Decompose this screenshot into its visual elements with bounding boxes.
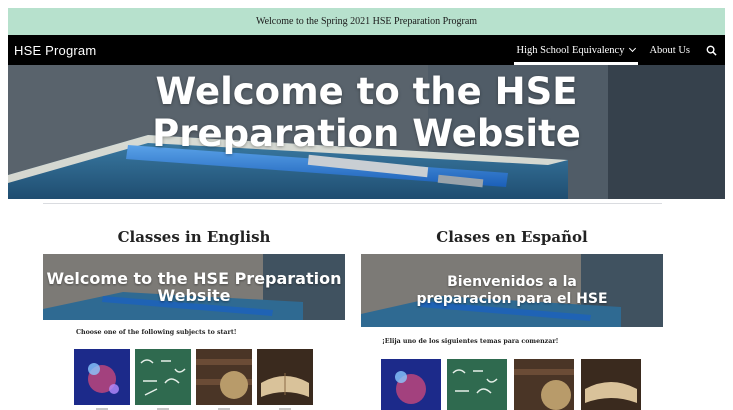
english-column-heading: Classes in English (117, 228, 271, 246)
english-math-tile[interactable] (135, 349, 191, 405)
left-gutter (0, 0, 8, 410)
site-title[interactable]: HSE Program (14, 43, 96, 58)
spanish-banner-title: Bienvenidos a la preparacion para el HSE (416, 274, 608, 307)
spanish-reading-tile[interactable] (581, 359, 641, 410)
spanish-banner: Bienvenidos a la preparacion para el HSE (361, 254, 663, 327)
english-banner-title: Welcome to the HSE Preparation Website (46, 269, 342, 305)
nav-item-label: High School Equivalency (516, 44, 625, 56)
announcement-text: Welcome to the Spring 2021 HSE Preparati… (255, 16, 478, 27)
nav-menu: High School Equivalency About Us (510, 35, 725, 65)
social-studies-image (514, 359, 574, 410)
spanish-math-tile[interactable] (447, 359, 507, 410)
section-divider (43, 203, 662, 204)
english-social-studies-tile[interactable] (196, 349, 252, 405)
english-banner: Welcome to the HSE Preparation Website (43, 254, 345, 320)
spanish-column-heading: Clases en Español (436, 228, 588, 246)
science-image (381, 359, 441, 410)
english-reading-tile[interactable] (257, 349, 313, 405)
hero-title: Welcome to the HSE Preparation Website (152, 70, 581, 155)
english-science-tile[interactable] (74, 349, 130, 405)
chevron-down-icon (629, 44, 637, 53)
search-button[interactable] (699, 35, 723, 65)
hero-banner: Welcome to the HSE Preparation Website (8, 65, 725, 199)
nav-item-about-us[interactable]: About Us (642, 35, 697, 65)
math-image (135, 349, 191, 405)
reading-image (581, 359, 641, 410)
top-navigation-bar: HSE Program High School Equivalency Abou… (8, 35, 725, 65)
social-studies-image (196, 349, 252, 405)
announcement-banner: Welcome to the Spring 2021 HSE Preparati… (8, 8, 725, 35)
search-icon (706, 45, 717, 56)
english-prompt: Choose one of the following subjects to … (76, 329, 237, 336)
science-image (74, 349, 130, 405)
right-gutter (725, 0, 733, 410)
spanish-science-tile[interactable] (381, 359, 441, 410)
reading-image (257, 349, 313, 405)
nav-item-high-school-equivalency[interactable]: High School Equivalency (510, 35, 643, 65)
spanish-social-studies-tile[interactable] (514, 359, 574, 410)
spanish-prompt: ¡Elija uno de los siguientes temas para … (382, 338, 559, 345)
math-image (447, 359, 507, 410)
nav-item-label: About Us (649, 44, 690, 56)
